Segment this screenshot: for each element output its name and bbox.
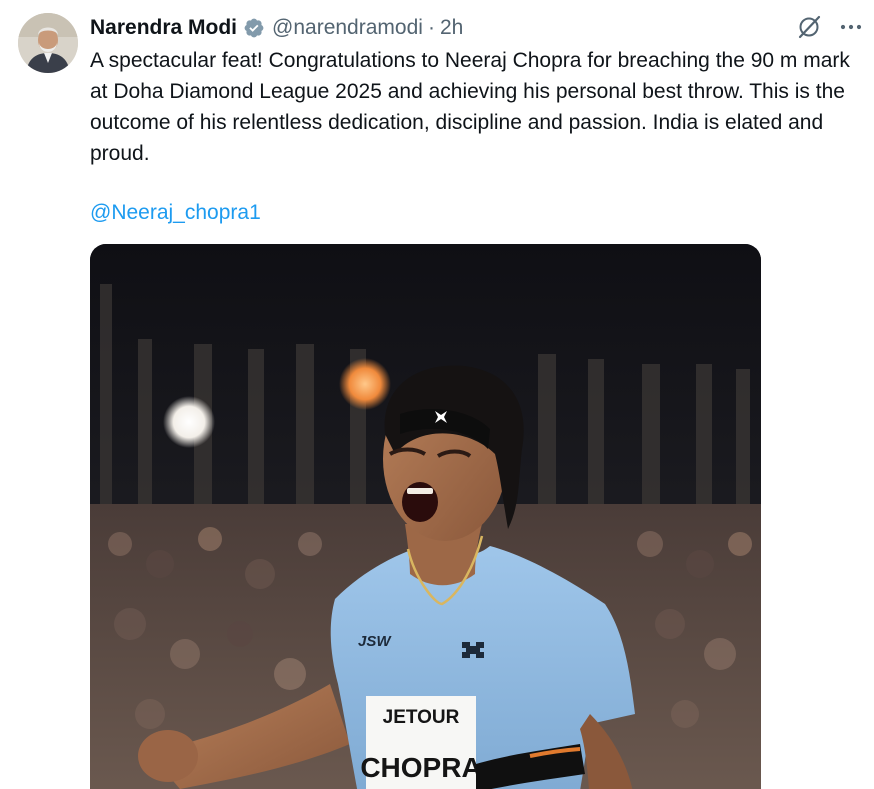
more-options-icon[interactable] <box>836 12 866 42</box>
timestamp[interactable]: 2h <box>440 16 463 40</box>
verified-badge-icon <box>243 17 265 39</box>
tweet-card: Narendra Modi @narendramodi · 2h A spect <box>0 0 874 789</box>
author-name[interactable]: Narendra Modi <box>90 16 237 40</box>
author-handle[interactable]: @narendramodi <box>272 16 423 40</box>
mention-link[interactable]: @Neeraj_chopra1 <box>90 197 261 228</box>
grok-icon[interactable] <box>794 12 824 42</box>
athlete-photo: JSW JETOUR CHOPRA <box>90 244 761 789</box>
tweet-text: A spectacular feat! Congratulations to N… <box>90 49 850 165</box>
bib-sponsor: JETOUR <box>383 707 460 728</box>
avatar-image <box>18 13 78 73</box>
tweet-header: Narendra Modi @narendramodi · 2h <box>90 14 463 42</box>
separator-dot: · <box>427 16 435 39</box>
bib-name: CHOPRA <box>360 752 481 783</box>
race-bib: JETOUR CHOPRA <box>360 696 482 789</box>
tweet-actions <box>794 12 866 42</box>
author-avatar[interactable] <box>18 13 78 73</box>
tweet-photo[interactable]: JSW JETOUR CHOPRA <box>90 244 761 789</box>
shirt-sponsor-logo: JSW <box>358 633 392 650</box>
